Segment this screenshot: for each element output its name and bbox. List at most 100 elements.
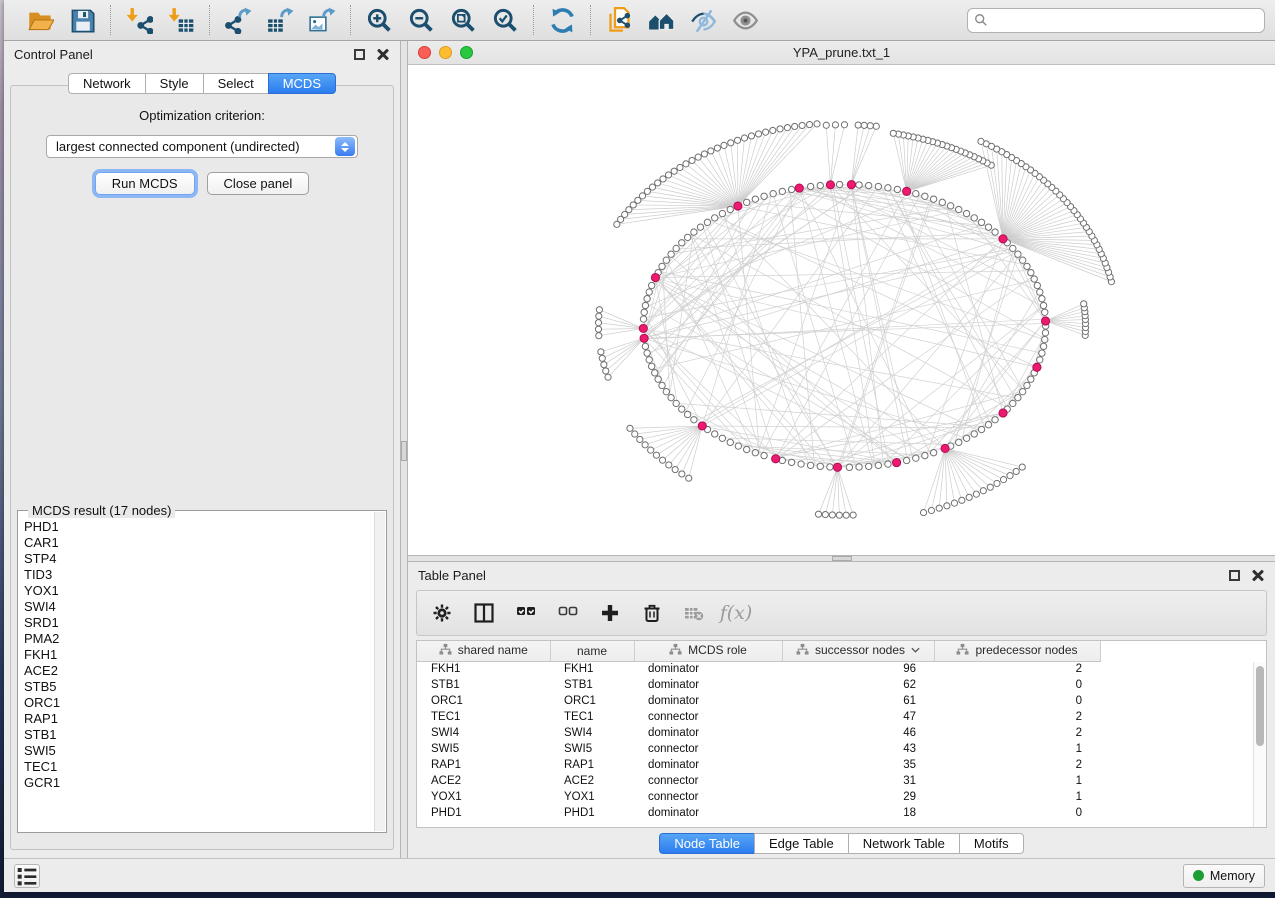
node-table[interactable]: shared namenameMCDS rolesuccessor nodesp…	[417, 641, 1128, 821]
table-cell[interactable]: SWI5	[550, 741, 634, 757]
table-cell[interactable]: YOX1	[417, 789, 550, 805]
mcds-result-item[interactable]: PHD1	[24, 519, 372, 535]
table-cell[interactable]: 31	[782, 773, 934, 789]
table-row[interactable]: RAP1RAP1dominator352	[417, 757, 1128, 773]
table-cell[interactable]: STB1	[550, 677, 634, 693]
table-cell[interactable]: connector	[634, 773, 782, 789]
table-row[interactable]: SWI4SWI4dominator462	[417, 725, 1128, 741]
float-panel-icon[interactable]	[354, 49, 365, 60]
deselect-all-button[interactable]	[555, 600, 581, 626]
table-cell[interactable]: 96	[782, 661, 934, 677]
table-cell[interactable]: SWI4	[550, 725, 634, 741]
task-history-button[interactable]	[14, 864, 40, 888]
mcds-result-item[interactable]: RAP1	[24, 711, 372, 727]
import-network-button[interactable]	[121, 4, 157, 36]
search-box[interactable]	[967, 8, 1265, 33]
table-cell[interactable]: PHD1	[550, 805, 634, 821]
network-graph[interactable]	[408, 65, 1275, 555]
float-table-panel-icon[interactable]	[1229, 570, 1240, 581]
run-mcds-button[interactable]: Run MCDS	[95, 172, 195, 195]
table-cell[interactable]: 47	[782, 709, 934, 725]
horizontal-splitter[interactable]	[408, 555, 1275, 562]
zoom-in-button[interactable]	[361, 4, 397, 36]
table-cell[interactable]: 1	[934, 773, 1100, 789]
table-cell[interactable]: dominator	[634, 805, 782, 821]
table-scrollbar-thumb[interactable]	[1256, 666, 1264, 746]
mcds-result-item[interactable]: STB1	[24, 727, 372, 743]
table-cell[interactable]: 1	[934, 741, 1100, 757]
table-cell[interactable]: SWI5	[417, 741, 550, 757]
table-cell[interactable]: YOX1	[550, 789, 634, 805]
table-cell[interactable]: 0	[934, 805, 1100, 821]
table-cell[interactable]: dominator	[634, 693, 782, 709]
column-header-predecessor-nodes[interactable]: predecessor nodes	[934, 641, 1100, 661]
table-row[interactable]: STB1STB1dominator620	[417, 677, 1128, 693]
tab-node-table[interactable]: Node Table	[659, 833, 754, 854]
table-cell[interactable]: RAP1	[550, 757, 634, 773]
mcds-result-item[interactable]: SWI5	[24, 743, 372, 759]
search-input[interactable]	[988, 10, 1258, 30]
show-all-button[interactable]	[727, 4, 763, 36]
hide-selected-button[interactable]	[685, 4, 721, 36]
column-header-successor-nodes[interactable]: successor nodes	[782, 641, 934, 661]
table-cell[interactable]: 2	[934, 757, 1100, 773]
mcds-result-item[interactable]: STP4	[24, 551, 372, 567]
table-cell[interactable]: PHD1	[417, 805, 550, 821]
tab-mcds[interactable]: MCDS	[268, 73, 336, 94]
table-cell[interactable]: ORC1	[417, 693, 550, 709]
criterion-dropdown[interactable]: largest connected component (undirected)	[46, 135, 358, 158]
import-table-button[interactable]	[163, 4, 199, 36]
export-image-button[interactable]	[304, 4, 340, 36]
gear-button[interactable]	[429, 600, 455, 626]
export-network-button[interactable]	[220, 4, 256, 36]
tab-style[interactable]: Style	[145, 73, 203, 94]
table-cell[interactable]: 2	[934, 661, 1100, 677]
open-folder-button[interactable]	[22, 4, 58, 36]
mcds-result-item[interactable]: FKH1	[24, 647, 372, 663]
close-panel-button[interactable]: Close panel	[207, 172, 310, 195]
mcds-result-item[interactable]: ACE2	[24, 663, 372, 679]
table-cell[interactable]: 29	[782, 789, 934, 805]
table-row[interactable]: ORC1ORC1dominator610	[417, 693, 1128, 709]
table-cell[interactable]: STB1	[417, 677, 550, 693]
column-header-name[interactable]: name	[550, 641, 634, 661]
mcds-result-item[interactable]: ORC1	[24, 695, 372, 711]
zoom-out-button[interactable]	[403, 4, 439, 36]
mcds-result-item[interactable]: YOX1	[24, 583, 372, 599]
network-canvas-area[interactable]	[408, 65, 1275, 555]
save-session-button[interactable]	[64, 4, 100, 36]
table-cell[interactable]: 2	[934, 725, 1100, 741]
table-cell[interactable]: 35	[782, 757, 934, 773]
table-row[interactable]: TEC1TEC1connector472	[417, 709, 1128, 725]
add-button[interactable]	[597, 600, 623, 626]
zoom-selected-button[interactable]	[487, 4, 523, 36]
close-panel-icon[interactable]	[377, 48, 390, 61]
zoom-fit-button[interactable]	[445, 4, 481, 36]
delete-button[interactable]	[639, 600, 665, 626]
new-network-from-selection-button[interactable]	[601, 4, 637, 36]
table-cell[interactable]: 61	[782, 693, 934, 709]
mcds-list-scrollbar[interactable]	[374, 512, 385, 831]
table-scrollbar[interactable]	[1253, 662, 1266, 827]
table-cell[interactable]: RAP1	[417, 757, 550, 773]
mcds-result-item[interactable]: GCR1	[24, 775, 372, 791]
table-row[interactable]: SWI5SWI5connector431	[417, 741, 1128, 757]
mcds-result-item[interactable]: PMA2	[24, 631, 372, 647]
memory-button[interactable]: Memory	[1183, 864, 1265, 888]
table-cell[interactable]: TEC1	[417, 709, 550, 725]
table-row[interactable]: YOX1YOX1connector291	[417, 789, 1128, 805]
mcds-result-item[interactable]: SWI4	[24, 599, 372, 615]
table-cell[interactable]: ACE2	[417, 773, 550, 789]
mcds-result-item[interactable]: CAR1	[24, 535, 372, 551]
table-cell[interactable]: 2	[934, 709, 1100, 725]
select-all-button[interactable]	[513, 600, 539, 626]
table-cell[interactable]: FKH1	[417, 661, 550, 677]
tab-network-table[interactable]: Network Table	[848, 833, 959, 854]
table-row[interactable]: FKH1FKH1dominator962	[417, 661, 1128, 677]
table-cell[interactable]: 1	[934, 789, 1100, 805]
mcds-result-item[interactable]: TEC1	[24, 759, 372, 775]
vertical-splitter[interactable]	[400, 41, 408, 858]
mcds-result-item[interactable]: STB5	[24, 679, 372, 695]
table-cell[interactable]: 18	[782, 805, 934, 821]
column-header-MCDS-role[interactable]: MCDS role	[634, 641, 782, 661]
